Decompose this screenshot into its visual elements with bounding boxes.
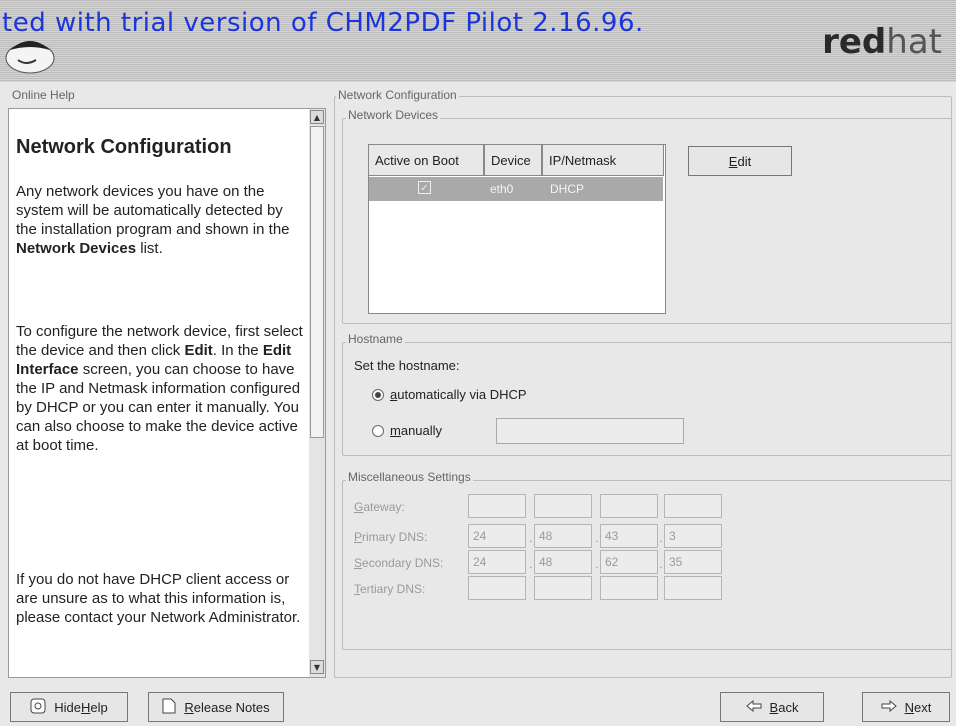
primary-dns-octet-1: 24 [468,524,526,548]
scroll-up-arrow-icon[interactable]: ▲ [310,110,324,124]
row-device: eth0 [490,182,514,196]
help-paragraph: To configure the network device, first s… [16,323,303,454]
help-paragraph: Any network devices you have on the syst… [16,183,290,257]
secondary-dns-octet-4: 35 [664,550,722,574]
tertiary-dns-octet-2 [534,576,592,600]
edit-button[interactable]: Edit [688,146,792,176]
primary-dns-octet-2: 48 [534,524,592,548]
gateway-octet-2 [534,494,592,518]
secondary-dns-octet-2: 48 [534,550,592,574]
gateway-label: Gateway: [354,500,405,514]
gateway-octet-4 [664,494,722,518]
scrollbar-thumb[interactable] [310,126,324,438]
tertiary-dns-octet-1 [468,576,526,600]
scroll-down-arrow-icon[interactable]: ▼ [310,660,324,674]
hostname-input[interactable] [496,418,684,444]
radio-manual[interactable] [372,425,384,437]
radio-manual-label[interactable]: manually [390,423,442,438]
secondary-dns-octet-1: 24 [468,550,526,574]
primary-dns-octet-3: 43 [600,524,658,548]
primary-dns-octet-4: 3 [664,524,722,548]
document-icon [162,698,176,717]
tertiary-dns-label: Tertiary DNS: [354,582,426,596]
hide-help-button[interactable]: Hide Help [10,692,128,722]
column-header-active[interactable]: Active on Boot [368,144,484,176]
watermark-text: ted with trial version of CHM2PDF Pilot … [2,8,644,38]
set-hostname-label: Set the hostname: [354,358,460,373]
help-heading: Network Configuration [16,136,232,158]
network-devices-title: Network Devices [346,108,441,122]
column-header-device[interactable]: Device [484,144,542,176]
network-config-title: Network Configuration [336,88,459,102]
radio-automatic-dhcp[interactable] [372,389,384,401]
secondary-dns-octet-3: 62 [600,550,658,574]
arrow-right-icon [881,699,897,715]
primary-dns-label: Primary DNS: [354,530,428,544]
gateway-octet-1 [468,494,526,518]
help-toggle-icon [30,698,46,717]
row-ip: DHCP [550,182,585,196]
radio-automatic-label[interactable]: automatically via DHCP [390,387,527,402]
tertiary-dns-octet-4 [664,576,722,600]
misc-settings-title: Miscellaneous Settings [346,470,473,484]
gateway-octet-3 [600,494,658,518]
back-button[interactable]: Back [720,692,824,722]
redhat-logo: redhat [822,22,942,62]
table-row[interactable] [369,177,663,201]
tertiary-dns-octet-3 [600,576,658,600]
active-on-boot-checkbox[interactable]: ✓ [418,181,431,194]
help-paragraph: If you do not have DHCP client access or… [16,571,301,626]
help-frame-title: Online Help [10,88,77,102]
hostname-title: Hostname [346,332,405,346]
release-notes-button[interactable]: Release Notes [148,692,284,722]
secondary-dns-label: Secondary DNS: [354,556,444,570]
next-button[interactable]: Next [862,692,950,722]
arrow-left-icon [745,699,762,715]
column-header-ip[interactable]: IP/Netmask [542,144,664,176]
